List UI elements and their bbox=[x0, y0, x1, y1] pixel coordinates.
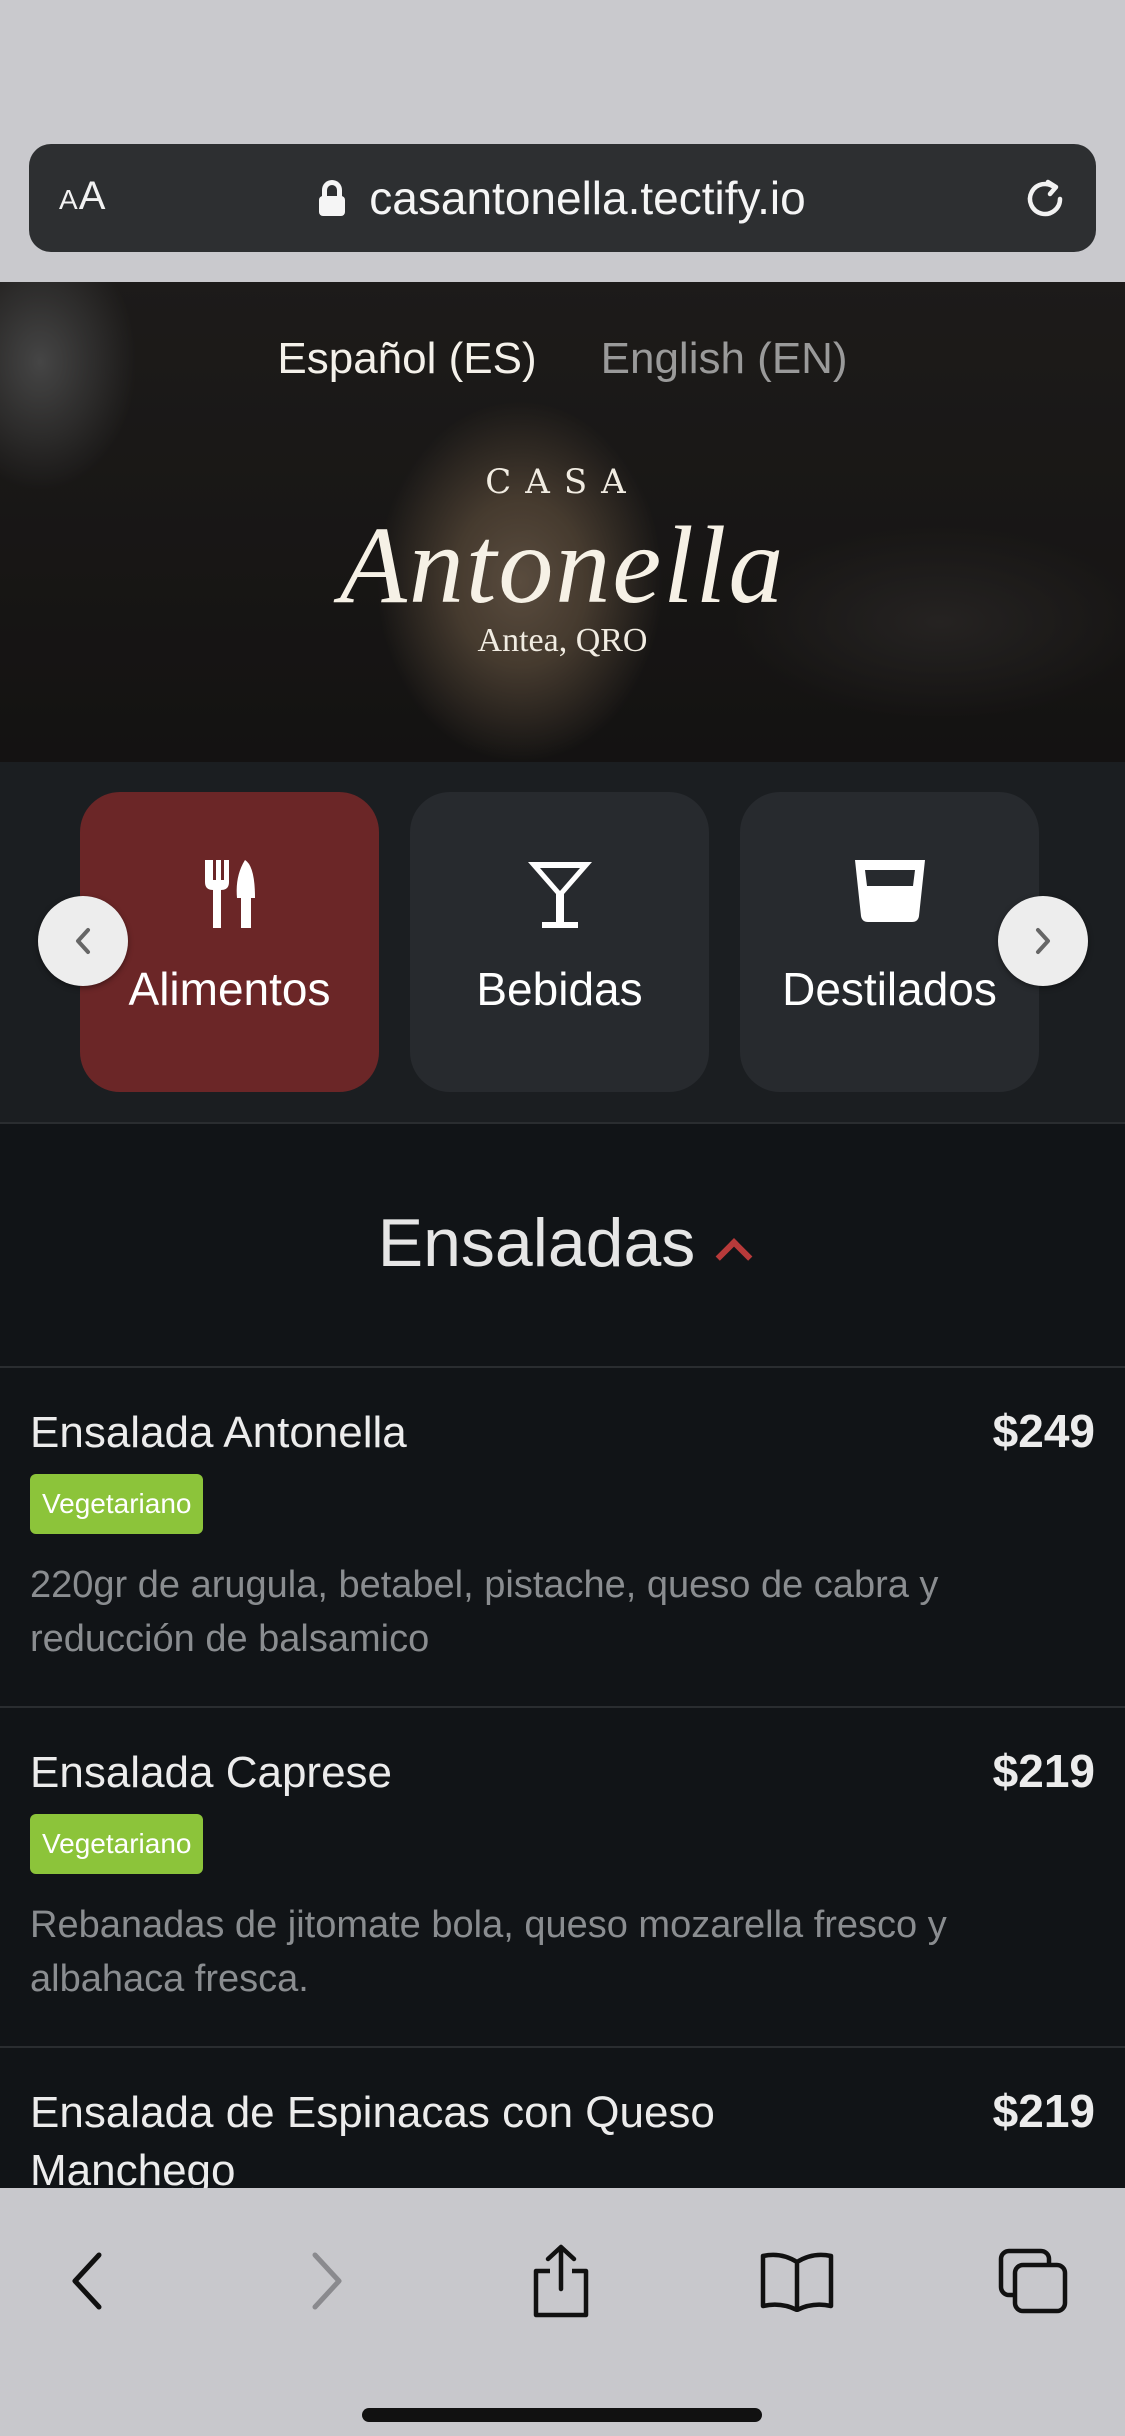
category-label: Destilados bbox=[782, 963, 997, 1015]
back-icon bbox=[72, 2252, 102, 2310]
item-description: Rebanadas de jitomate bola, queso mozare… bbox=[30, 1904, 947, 2000]
tabs-icon bbox=[998, 2248, 1068, 2314]
tabs-button[interactable] bbox=[988, 2236, 1078, 2326]
category-bebidas[interactable]: Bebidas bbox=[410, 792, 709, 1092]
item-name: Ensalada Antonella bbox=[30, 1408, 407, 1457]
menu-item-list: Ensalada Antonella $249 Vegetariano 220g… bbox=[0, 1368, 1125, 2188]
chevron-right-icon bbox=[1036, 928, 1050, 954]
vegetarian-badge: Vegetariano bbox=[30, 1474, 204, 1534]
reload-icon[interactable] bbox=[1022, 176, 1068, 222]
language-switcher: Español (ES) English (EN) bbox=[0, 334, 1125, 384]
item-price: $219 bbox=[992, 1745, 1095, 1797]
item-price: $219 bbox=[992, 2085, 1095, 2137]
category-label: Alimentos bbox=[128, 963, 331, 1015]
section-header[interactable]: Ensaladas bbox=[0, 1124, 1125, 1368]
language-es[interactable]: Español (ES) bbox=[277, 334, 536, 384]
hero-banner: Español (ES) English (EN) CASA Antonella… bbox=[0, 282, 1125, 762]
section-title: Ensaladas bbox=[377, 1205, 696, 1281]
category-label: Bebidas bbox=[476, 963, 643, 1015]
item-name: Ensalada Caprese bbox=[30, 1748, 393, 1797]
brand-logo: Antonella bbox=[339, 504, 786, 626]
language-en[interactable]: English (EN) bbox=[601, 334, 848, 384]
browser-toolbar bbox=[0, 2188, 1125, 2436]
back-button[interactable] bbox=[42, 2236, 132, 2326]
brand-location: Antea, QRO bbox=[477, 622, 648, 659]
item-description: 220gr de arugula, betabel, pistache, que… bbox=[30, 1564, 939, 1660]
chevron-up-icon[interactable] bbox=[715, 1238, 753, 1275]
forward-button[interactable] bbox=[282, 2236, 372, 2326]
utensils-icon bbox=[204, 860, 255, 928]
category-carousel: Alimentos Bebidas Destilados bbox=[0, 762, 1125, 1124]
bookmarks-button[interactable] bbox=[752, 2236, 842, 2326]
address-bar[interactable]: AA casantonella.tectify.io bbox=[29, 144, 1096, 252]
item-name: Ensalada de Espinacas con Queso Manchego bbox=[30, 2088, 715, 2188]
menu-item[interactable]: Ensalada Caprese $219 Vegetariano Rebana… bbox=[0, 1708, 1125, 2048]
cocktail-icon bbox=[527, 862, 592, 928]
forward-icon bbox=[312, 2252, 342, 2310]
url-display[interactable]: casantonella.tectify.io bbox=[29, 144, 1096, 252]
lock-icon bbox=[319, 180, 346, 216]
brand-prefix: CASA bbox=[485, 462, 640, 502]
url-text: casantonella.tectify.io bbox=[369, 172, 806, 224]
glass-icon bbox=[854, 860, 925, 922]
carousel-next-button[interactable] bbox=[998, 896, 1088, 986]
menu-item[interactable]: Ensalada Antonella $249 Vegetariano 220g… bbox=[0, 1368, 1125, 1708]
book-icon bbox=[760, 2252, 834, 2312]
share-icon bbox=[533, 2244, 589, 2318]
chevron-left-icon bbox=[76, 928, 90, 954]
carousel-prev-button[interactable] bbox=[38, 896, 128, 986]
category-destilados[interactable]: Destilados bbox=[740, 792, 1039, 1092]
browser-top-bar: AA casantonella.tectify.io bbox=[0, 0, 1125, 282]
vegetarian-badge: Vegetariano bbox=[30, 1814, 204, 1874]
share-button[interactable] bbox=[516, 2236, 606, 2326]
home-indicator[interactable] bbox=[362, 2408, 762, 2422]
item-price: $249 bbox=[992, 1405, 1095, 1457]
menu-item[interactable]: Ensalada de Espinacas con Queso Manchego… bbox=[0, 2048, 1125, 2188]
